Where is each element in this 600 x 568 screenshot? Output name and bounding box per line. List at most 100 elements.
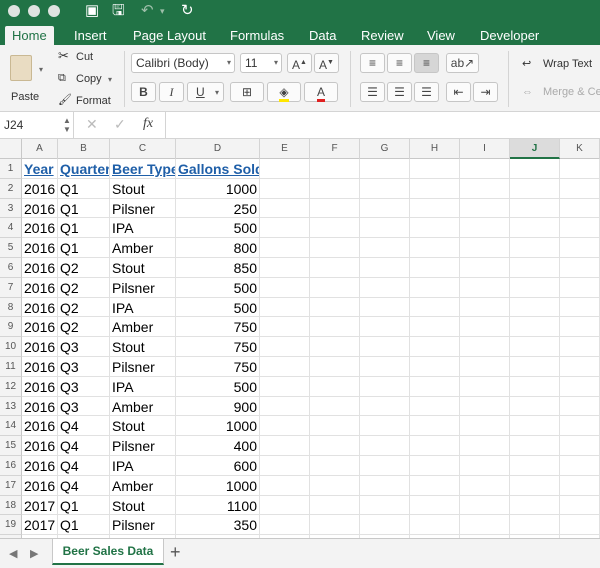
format-painter-button[interactable]: Format — [76, 94, 111, 108]
grid-cell[interactable]: Q3 — [58, 357, 110, 377]
grid-cell[interactable] — [260, 337, 310, 357]
grid-cell[interactable]: Stout — [110, 258, 176, 278]
grid-cell[interactable]: 900 — [176, 396, 260, 417]
grid-cell[interactable] — [360, 198, 410, 219]
align-bottom-button[interactable]: ≡ — [414, 53, 439, 73]
column-header-g[interactable]: G — [360, 139, 410, 159]
name-box-down-icon[interactable]: ▼ — [63, 125, 71, 134]
grid-cell[interactable] — [360, 159, 410, 179]
grid-cell[interactable] — [460, 238, 510, 258]
grid-cell[interactable] — [460, 376, 510, 397]
column-header-f[interactable]: F — [310, 139, 360, 159]
grid-cell[interactable]: Stout — [110, 495, 176, 516]
column-header-a[interactable]: A — [22, 139, 58, 159]
grid-cell[interactable] — [460, 515, 510, 536]
grid-cell[interactable] — [510, 159, 560, 179]
close-window-button[interactable] — [8, 5, 20, 17]
save-icon[interactable]: 🖫 — [112, 2, 125, 20]
grid-cell[interactable]: 500 — [176, 297, 260, 318]
grid-cell[interactable] — [310, 376, 360, 397]
grid-cell[interactable] — [510, 357, 560, 377]
grid-cell[interactable] — [260, 277, 310, 298]
grid-cell[interactable] — [510, 515, 560, 536]
grid-cell[interactable] — [460, 159, 510, 179]
grid-cell[interactable]: 2016 — [22, 416, 58, 437]
grid-cell[interactable] — [510, 475, 560, 496]
grid-cell[interactable] — [510, 416, 560, 437]
header-cell[interactable]: Quarter — [58, 159, 110, 179]
grid-cell[interactable]: 2016 — [22, 376, 58, 397]
grid-cell[interactable]: 2016 — [22, 178, 58, 199]
grid-cell[interactable] — [360, 258, 410, 278]
grid-cell[interactable] — [310, 475, 360, 496]
grid-cell[interactable]: 2016 — [22, 218, 58, 239]
grid-cell[interactable] — [560, 515, 600, 536]
grid-cell[interactable]: Stout — [110, 337, 176, 357]
grid-cell[interactable] — [560, 456, 600, 476]
undo-dropdown-icon[interactable]: ▾ — [160, 2, 165, 20]
grid-cell[interactable]: Q2 — [58, 317, 110, 338]
grid-cell[interactable]: Q3 — [58, 396, 110, 417]
minimize-window-button[interactable] — [28, 5, 40, 17]
grid-cell[interactable]: 500 — [176, 218, 260, 239]
grid-cell[interactable]: Q4 — [58, 436, 110, 456]
undo-icon[interactable]: ↶ — [141, 2, 154, 20]
grid-cell[interactable] — [310, 277, 360, 298]
grid-cell[interactable] — [260, 416, 310, 437]
cancel-icon[interactable]: ✕ — [86, 116, 98, 133]
column-header-i[interactable]: I — [460, 139, 510, 159]
grid-cell[interactable]: 750 — [176, 357, 260, 377]
grid-cell[interactable] — [360, 436, 410, 456]
grid-cell[interactable] — [410, 297, 460, 318]
header-cell[interactable]: Gallons Sold — [176, 159, 260, 179]
grid-cell[interactable] — [410, 198, 460, 219]
column-header-e[interactable]: E — [260, 139, 310, 159]
row-header[interactable]: 7 — [0, 277, 22, 298]
grid-cell[interactable] — [260, 436, 310, 456]
select-all-button[interactable] — [0, 139, 22, 159]
formula-input[interactable] — [165, 112, 600, 138]
grid-cell[interactable] — [560, 475, 600, 496]
grid-cell[interactable]: 850 — [176, 258, 260, 278]
prev-sheet-icon[interactable]: ◀ — [9, 547, 17, 560]
grid-cell[interactable]: 250 — [176, 198, 260, 219]
zoom-window-button[interactable] — [48, 5, 60, 17]
grid-cell[interactable] — [260, 297, 310, 318]
grid-cell[interactable] — [410, 376, 460, 397]
grid-cell[interactable]: 400 — [176, 436, 260, 456]
grid-cell[interactable] — [560, 258, 600, 278]
grid-cell[interactable] — [310, 337, 360, 357]
paste-button[interactable]: ▾ Paste — [6, 51, 44, 105]
grid-cell[interactable] — [310, 495, 360, 516]
tab-review[interactable]: Review — [361, 26, 404, 45]
grid-cell[interactable] — [460, 416, 510, 437]
grid-cell[interactable] — [460, 436, 510, 456]
grid-cell[interactable] — [410, 337, 460, 357]
row-header[interactable]: 12 — [0, 376, 22, 397]
grid-cell[interactable] — [560, 178, 600, 199]
grid-cell[interactable]: 2016 — [22, 396, 58, 417]
grid-cell[interactable]: Pilsner — [110, 357, 176, 377]
grid-cell[interactable]: Q4 — [58, 456, 110, 476]
worksheet-grid[interactable]: ABCDEFGHIJK 1 Year Quarter Beer Type Gallons… — [0, 139, 600, 538]
grid-cell[interactable] — [460, 258, 510, 278]
row-header[interactable]: 18 — [0, 495, 22, 516]
grid-cell[interactable] — [260, 475, 310, 496]
grid-cell[interactable]: 1000 — [176, 416, 260, 437]
grid-cell[interactable]: 750 — [176, 317, 260, 338]
copy-dropdown-icon[interactable]: ▾ — [108, 75, 112, 84]
grid-cell[interactable]: 2016 — [22, 475, 58, 496]
grid-cell[interactable] — [360, 238, 410, 258]
align-right-button[interactable]: ☰ — [414, 82, 439, 102]
grid-cell[interactable] — [410, 495, 460, 516]
grid-cell[interactable] — [510, 317, 560, 338]
paste-dropdown-icon[interactable]: ▾ — [39, 65, 43, 74]
grid-cell[interactable] — [560, 297, 600, 318]
cut-button[interactable]: Cut — [76, 50, 93, 64]
grid-cell[interactable] — [360, 178, 410, 199]
grid-cell[interactable] — [310, 396, 360, 417]
grid-cell[interactable]: Q1 — [58, 178, 110, 199]
row-header[interactable]: 16 — [0, 456, 22, 476]
grid-cell[interactable] — [460, 337, 510, 357]
grid-cell[interactable] — [260, 495, 310, 516]
